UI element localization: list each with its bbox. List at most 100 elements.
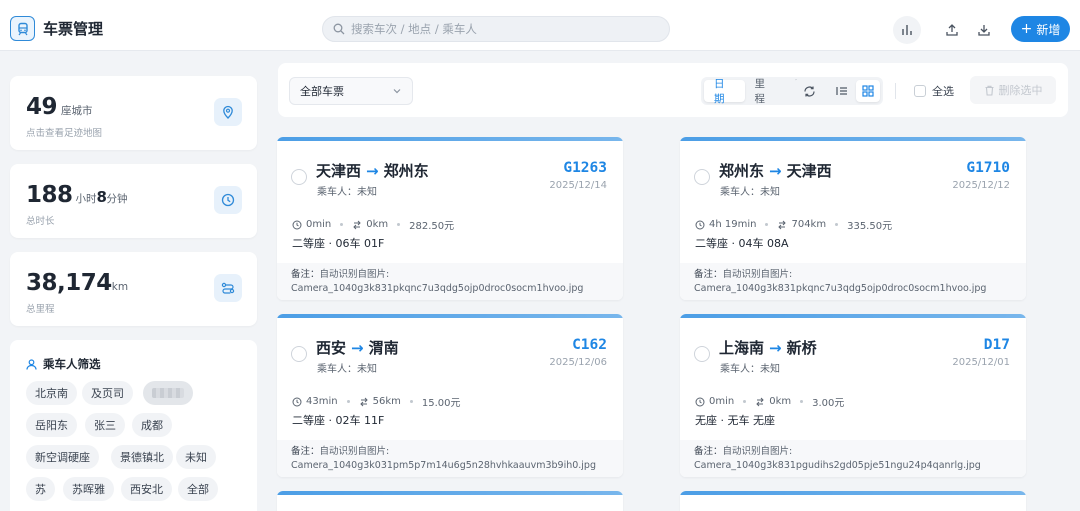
passenger-chip[interactable]: 张三 [85,413,125,437]
ticket-note: 备注：自动识别自图片: Camera_1040g3k831pkqnc7u3qdg… [680,263,1026,300]
search-input[interactable] [351,22,651,36]
ticket-card-partial[interactable] [680,491,1026,511]
list-icon [836,87,847,95]
passenger-name: 乘车人：未知 [720,187,780,198]
ticket-note: 备注：自动识别自图片: Camera_1040g3k831pkqnc7u3qdg… [277,263,623,300]
grid-icon [862,85,874,97]
delete-selected-label: 删除选中 [998,84,1043,97]
train-number: C162 [572,337,607,353]
app-title: 车票管理 [43,20,104,38]
ticket-filter-select[interactable]: 全部车票 [289,77,413,105]
duration-stat-card: 188 小时8分钟 总时长 [10,164,257,238]
route-icon [214,274,242,302]
list-view-button[interactable] [830,80,854,102]
passenger-name: 乘车人：未知 [317,364,377,375]
delete-selected-button[interactable]: 删除选中 [970,76,1056,104]
passenger-chip[interactable]: 新空调硬座 [26,445,99,469]
passenger-chip[interactable]: 苏 [26,477,55,501]
add-button-label: 新增 [1036,22,1061,37]
sort-by-distance[interactable]: 里程 [745,78,786,105]
passenger-name: 乘车人：未知 [720,364,780,375]
ticket-card-partial[interactable] [277,491,623,511]
plus-icon: + [1020,21,1033,37]
ticket-route: 西安 → 渭南 [316,338,399,358]
ticket-meta: 0min 0km 282.50元 [292,217,454,232]
chevron-down-icon [393,89,401,94]
ticket-accent-bar [680,137,1026,141]
seat-info: 无座 · 无车 无座 [695,414,775,427]
passenger-chip[interactable]: 北京南 [26,381,77,405]
ticket-meta: 43min 56km 15.00元 [292,394,461,409]
passenger-name: 乘车人：未知 [317,187,377,198]
search-icon [333,20,345,39]
clock-icon [695,220,705,229]
route-icon [778,220,787,229]
refresh-button[interactable] [795,77,823,105]
ticket-select-radio[interactable] [291,346,307,362]
duration-subtitle: 总时长 [26,216,55,227]
ticket-card[interactable]: 上海南 → 新桥 D17 2025/12/01 乘车人：未知 0min 0km 3.… [680,314,1026,477]
seat-info: 二等座 · 06车 01F [292,237,385,250]
location-pin-icon [214,98,242,126]
ticket-note: 备注：自动识别自图片: Camera_1040g3k031pm5p7m14u6g… [277,440,623,477]
travel-date: 2025/12/06 [549,357,607,368]
app-header: 车票管理 + 新增 [0,0,1080,51]
bar-chart-icon [902,25,912,35]
select-all-checkbox[interactable]: 全选 [914,83,954,99]
route-icon [756,397,764,406]
total-distance: 38,174km [26,270,129,296]
passenger-chip[interactable]: 景德镇北 [111,445,173,469]
toolbar-divider [895,83,896,99]
distance-stat-card: 38,174km 总里程 [10,252,257,326]
seat-info: 二等座 · 02车 11F [292,414,385,427]
statistics-button[interactable] [893,16,921,44]
ticket-select-radio[interactable] [694,346,710,362]
cities-stat-card[interactable]: 49 座城市 点击查看足迹地图 [10,76,257,150]
ticket-card[interactable]: 天津西 → 郑州东 G1263 2025/12/14 乘车人：未知 0min 0km… [277,137,623,300]
ticket-route: 郑州东 → 天津西 [719,161,832,181]
grid-view-button[interactable] [856,80,880,102]
add-ticket-button[interactable]: + 新增 [1011,16,1070,42]
route-icon [353,220,361,229]
ticket-meta: 4h 19min 704km 335.50元 [695,217,892,232]
passenger-filter-panel: 乘车人筛选 北京南 及页司 岳阳东 张三 成都 新空调硬座 景德镇北 未知 苏 … [10,340,257,511]
travel-date: 2025/12/01 [952,357,1010,368]
train-number: G1710 [966,160,1010,176]
trash-icon [985,85,993,96]
passenger-chip[interactable]: 岳阳东 [26,413,77,437]
refresh-icon [803,85,815,97]
export-button[interactable] [970,16,998,44]
arrow-right-icon: → [366,161,379,180]
passenger-chip[interactable]: 及页司 [82,381,133,405]
ticket-accent-bar [277,137,623,141]
passenger-chip[interactable]: 苏晖雅 [63,477,114,501]
passenger-chip[interactable]: 西安北 [121,477,172,501]
ticket-filter-value: 全部车票 [300,85,344,98]
ticket-accent-bar [680,314,1026,318]
total-duration: 188 小时8分钟 [26,182,128,208]
sort-by-date[interactable]: 日期 [704,78,745,105]
search-box[interactable] [322,16,670,42]
travel-date: 2025/12/14 [549,180,607,191]
import-button[interactable] [938,16,966,44]
train-number: G1263 [563,160,607,176]
user-icon [26,358,37,370]
arrow-right-icon: → [769,338,782,357]
download-icon [978,25,990,36]
ticket-card[interactable]: 西安 → 渭南 C162 2025/12/06 乘车人：未知 43min 56km … [277,314,623,477]
ticket-select-radio[interactable] [291,169,307,185]
ticket-card[interactable]: 郑州东 → 天津西 G1710 2025/12/12 乘车人：未知 4h 19min… [680,137,1026,300]
ticket-route: 上海南 → 新桥 [719,338,817,358]
select-all-label: 全选 [932,85,954,98]
distance-subtitle: 总里程 [26,304,55,315]
passenger-chip[interactable]: 全部 [178,477,218,501]
passenger-chip-redacted[interactable] [143,381,193,405]
ticket-accent-bar [277,491,623,495]
passenger-chip[interactable]: 未知 [176,445,216,469]
view-mode-toggle [827,77,883,105]
passenger-chip[interactable]: 成都 [132,413,172,437]
ticket-meta: 0min 0km 3.00元 [695,394,844,409]
ticket-accent-bar [680,491,1026,495]
checkbox-box[interactable] [914,85,926,97]
ticket-select-radio[interactable] [694,169,710,185]
